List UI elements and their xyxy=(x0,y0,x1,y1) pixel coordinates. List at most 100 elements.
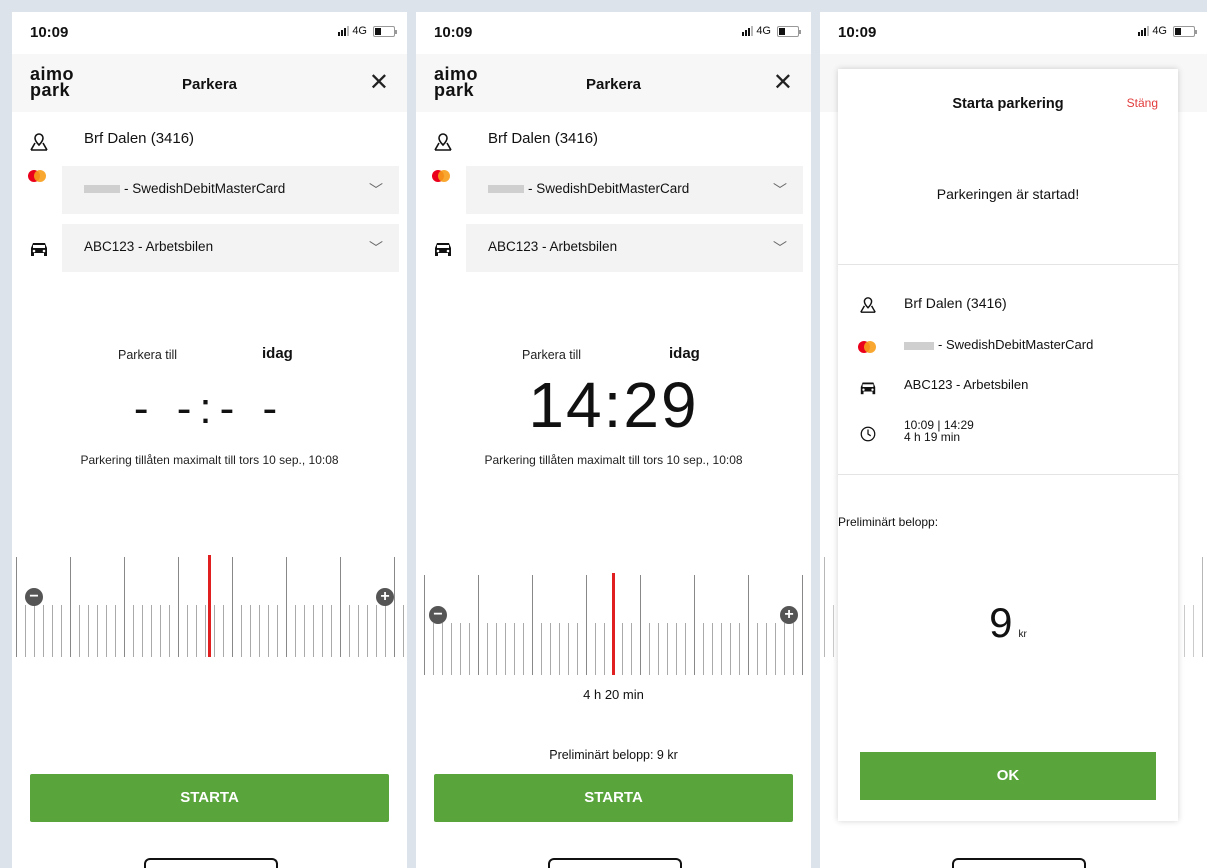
ruler-tick xyxy=(604,623,605,675)
status-bar: 10:09 4G xyxy=(30,22,397,42)
payment-select[interactable]: - SwedishDebitMasterCard ﹀ xyxy=(12,166,407,214)
vehicle-select[interactable]: ABC123 - Arbetsbilen ﹀ xyxy=(12,224,407,272)
map-pin-icon xyxy=(860,297,876,313)
time-ruler[interactable] xyxy=(416,535,811,675)
signal-icon xyxy=(338,26,350,36)
ruler-tick xyxy=(331,605,332,657)
park-until-day: idag xyxy=(669,345,700,362)
dialog-vehicle: ABC123 - Arbetsbilen xyxy=(904,377,1029,392)
close-icon[interactable]: ✕ xyxy=(369,68,389,97)
status-bar: 10:09 4G xyxy=(434,22,801,42)
max-parking-note: Parkering tillåten maximalt till tors 10… xyxy=(80,453,339,467)
ok-button[interactable]: OK xyxy=(860,752,1156,800)
ruler-tick xyxy=(358,605,359,657)
ruler-tick xyxy=(259,605,260,657)
max-parking-note: Parkering tillåten maximalt till tors 10… xyxy=(484,453,743,467)
ruler-tick xyxy=(115,605,116,657)
battery-icon xyxy=(373,25,397,37)
close-icon[interactable]: ✕ xyxy=(773,68,793,97)
vehicle-select[interactable]: ABC123 - Arbetsbilen ﹀ xyxy=(416,224,811,272)
ruler-tick xyxy=(34,605,35,657)
ruler-tick xyxy=(550,623,551,675)
location-label: Brf Dalen (3416) xyxy=(84,130,195,147)
ruler-tick xyxy=(667,623,668,675)
preliminary-amount: Preliminärt belopp: 9 kr xyxy=(549,748,678,762)
ruler-tick xyxy=(1184,605,1185,657)
ruler-tick xyxy=(223,605,224,657)
ruler-tick xyxy=(241,605,242,657)
ruler-tick xyxy=(250,605,251,657)
ruler-tick xyxy=(304,605,305,657)
ruler-tick xyxy=(133,605,134,657)
signal-icon xyxy=(1138,26,1150,36)
page-title: Parkera xyxy=(181,76,238,93)
ruler-tick xyxy=(70,557,71,657)
ruler-tick xyxy=(196,605,197,657)
dialog-time-duration: 4 h 19 min xyxy=(904,430,961,444)
ruler-tick xyxy=(1202,557,1203,657)
ruler-tick xyxy=(151,605,152,657)
plus-icon[interactable]: + xyxy=(376,588,394,606)
start-button[interactable]: STARTA xyxy=(434,774,793,822)
ruler-tick xyxy=(577,623,578,675)
ruler-tick xyxy=(394,557,395,657)
ruler-tick xyxy=(61,605,62,657)
ruler-tick xyxy=(730,623,731,675)
start-button[interactable]: STARTA xyxy=(30,774,389,822)
ruler-tick xyxy=(79,605,80,657)
ruler-tick xyxy=(205,605,206,657)
ruler-tick xyxy=(367,605,368,657)
payment-label: - SwedishDebitMasterCard xyxy=(124,181,286,196)
ruler-tick xyxy=(385,605,386,657)
ruler-tick xyxy=(658,623,659,675)
minus-icon[interactable]: − xyxy=(429,606,447,624)
ruler-tick xyxy=(160,605,161,657)
plus-icon[interactable]: + xyxy=(780,606,798,624)
ruler-tick xyxy=(595,623,596,675)
start-parking-dialog: Starta parkering Stäng Parkeringen är st… xyxy=(838,69,1178,821)
app-header: aimo park Parkera ✕ xyxy=(12,54,407,112)
ruler-tick xyxy=(451,623,452,675)
duration-label: 4 h 20 min xyxy=(583,687,644,702)
chevron-down-icon: ﹀ xyxy=(369,240,383,256)
payment-select[interactable]: - SwedishDebitMasterCard ﹀ xyxy=(416,166,811,214)
ruler-tick xyxy=(232,557,233,657)
ruler-tick xyxy=(277,605,278,657)
minus-icon[interactable]: − xyxy=(25,588,43,606)
map-pin-icon xyxy=(434,133,452,151)
ruler-tick xyxy=(433,623,434,675)
ruler-tick xyxy=(739,623,740,675)
masked-card-number xyxy=(904,341,934,350)
page-title: Parkera xyxy=(585,76,642,93)
time-ruler[interactable] xyxy=(12,517,407,657)
phone-screen-3: 10:09 4G Starta parkering Stäng Parkerin… xyxy=(820,12,1207,868)
ruler-tick xyxy=(676,623,677,675)
ruler-tick xyxy=(268,605,269,657)
home-indicator xyxy=(144,858,278,868)
chevron-down-icon: ﹀ xyxy=(773,182,787,198)
end-time: 14:29 xyxy=(528,369,699,441)
ruler-tick xyxy=(124,557,125,657)
app-header: aimo park Parkera ✕ xyxy=(416,54,811,112)
ruler-tick xyxy=(178,557,179,657)
network-label: 4G xyxy=(1152,25,1167,37)
ruler-tick xyxy=(824,557,825,657)
car-icon xyxy=(860,382,876,395)
masked-card-number xyxy=(84,185,120,194)
ruler-tick xyxy=(52,605,53,657)
status-time: 10:09 xyxy=(434,24,473,41)
payment-label: - SwedishDebitMasterCard xyxy=(528,181,690,196)
ruler-tick xyxy=(748,575,749,675)
ruler-tick xyxy=(187,605,188,657)
ruler-tick xyxy=(142,605,143,657)
mastercard-icon xyxy=(432,170,454,190)
battery-icon xyxy=(777,25,801,37)
ruler-tick xyxy=(340,557,341,657)
dialog-payment-row: - SwedishDebitMasterCard xyxy=(858,337,1168,357)
ruler-tick xyxy=(424,575,425,675)
park-until-day: idag xyxy=(262,345,293,362)
ruler-tick xyxy=(541,623,542,675)
ruler-tick xyxy=(586,575,587,675)
ruler-tick xyxy=(97,605,98,657)
dialog-close-link[interactable]: Stäng xyxy=(1127,96,1158,110)
